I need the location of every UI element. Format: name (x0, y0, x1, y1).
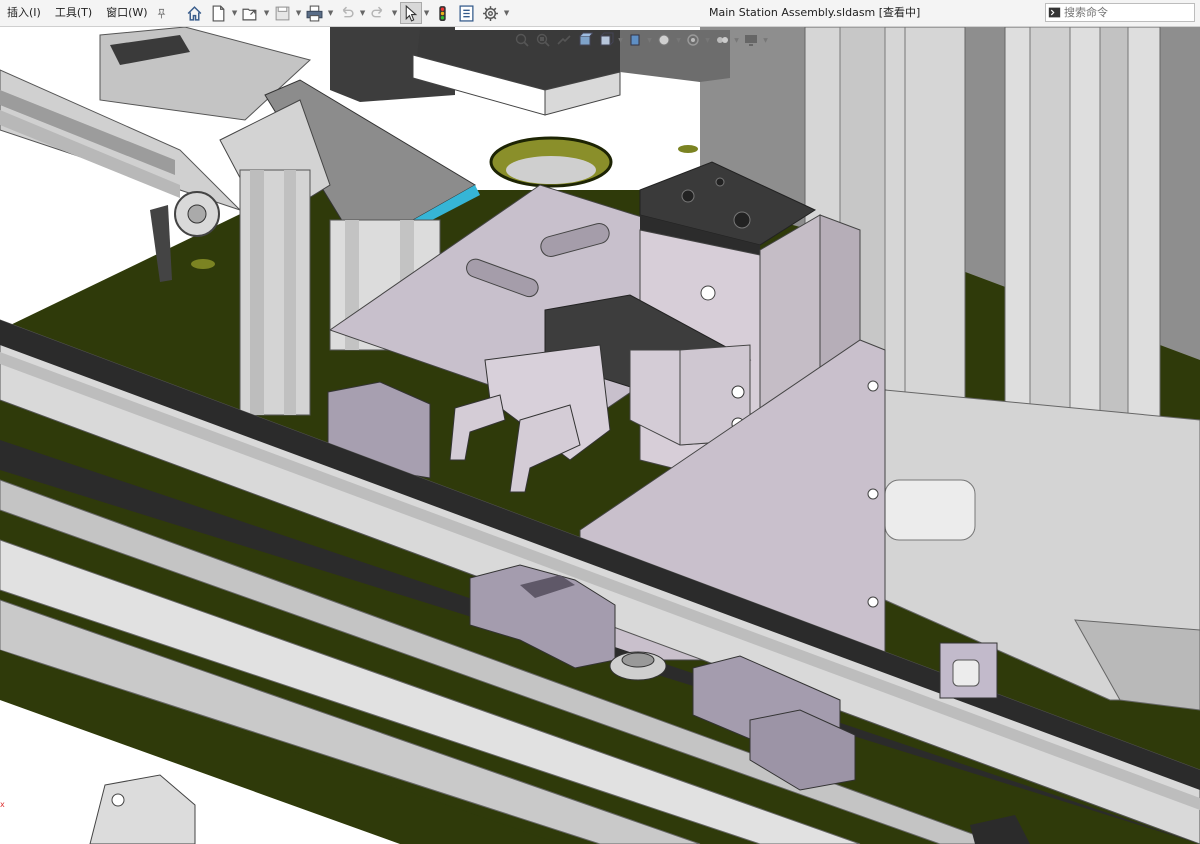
menu-insert[interactable]: 插入(I) (0, 0, 48, 26)
scene-icon[interactable] (712, 30, 732, 50)
triad-axis-label: x (0, 800, 5, 809)
window-title: Main Station Assembly.sldasm [查看中] (709, 6, 921, 19)
display-caret[interactable]: ▼ (646, 37, 653, 44)
select-caret[interactable]: ▼ (423, 9, 431, 17)
scene-caret[interactable]: ▼ (733, 37, 740, 44)
redo-icon[interactable] (368, 2, 390, 24)
hide-show-caret[interactable]: ▼ (675, 37, 682, 44)
redo-caret[interactable]: ▼ (391, 9, 399, 17)
new-caret[interactable]: ▼ (231, 9, 239, 17)
display-settings-icon[interactable] (741, 30, 761, 50)
plate-hole-inner (506, 156, 596, 184)
print-icon[interactable] (304, 2, 326, 24)
view-orientation-icon[interactable] (596, 30, 616, 50)
save-caret[interactable]: ▼ (295, 9, 303, 17)
orientation-caret[interactable]: ▼ (617, 37, 624, 44)
new-document-icon[interactable] (208, 2, 230, 24)
undo-caret[interactable]: ▼ (359, 9, 367, 17)
file-properties-icon[interactable] (456, 2, 478, 24)
plate-hole-small (678, 145, 698, 153)
select-cursor-icon[interactable] (399, 2, 422, 24)
zoom-area-icon[interactable] (533, 30, 553, 50)
hide-show-icon[interactable] (654, 30, 674, 50)
heads-up-toolbar: ▼ ▼ ▼ ▼ ▼ ▼ (512, 29, 769, 51)
options-caret[interactable]: ▼ (503, 9, 511, 17)
menu-toolbar: 插入(I) 工具(T) 窗口(W) ▼ ▼ ▼ ▼ ▼ ▼ ▼ ▼ (0, 0, 1200, 27)
gear-icon[interactable] (480, 2, 502, 24)
search-box[interactable] (1045, 3, 1195, 22)
traffic-light-icon[interactable] (432, 2, 454, 24)
assembly-model (0, 27, 1200, 844)
graphics-area[interactable] (0, 27, 1200, 844)
zoom-to-fit-icon[interactable] (512, 30, 532, 50)
save-icon[interactable] (272, 2, 294, 24)
display-style-icon[interactable] (625, 30, 645, 50)
previous-view-icon[interactable] (554, 30, 574, 50)
pin-icon[interactable] (155, 0, 169, 26)
open-caret[interactable]: ▼ (263, 9, 271, 17)
appearance-icon[interactable] (683, 30, 703, 50)
plate-hole-small (191, 259, 215, 269)
open-folder-icon[interactable] (240, 2, 262, 24)
appearance-caret[interactable]: ▼ (704, 37, 711, 44)
base-pocket (884, 479, 976, 541)
undo-icon[interactable] (336, 2, 358, 24)
print-caret[interactable]: ▼ (327, 9, 335, 17)
home-icon[interactable] (184, 2, 206, 24)
menu-window[interactable]: 窗口(W) (99, 0, 154, 26)
menu-tools[interactable]: 工具(T) (48, 0, 99, 26)
search-input[interactable] (1062, 6, 1186, 19)
command-prompt-icon (1046, 4, 1062, 21)
display-settings-caret[interactable]: ▼ (762, 37, 769, 44)
section-view-icon[interactable] (575, 30, 595, 50)
